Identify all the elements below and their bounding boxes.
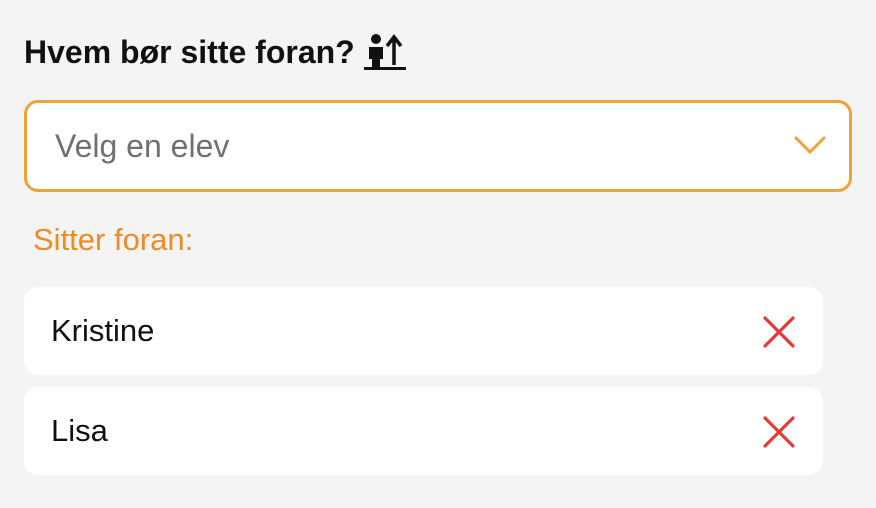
person-front-icon <box>363 33 407 71</box>
student-item: Lisa <box>24 387 823 475</box>
student-select[interactable]: Velg en elev <box>24 100 852 192</box>
student-name: Lisa <box>51 413 108 448</box>
heading-text: Hvem bør sitte foran? <box>24 33 355 70</box>
close-icon[interactable] <box>761 414 797 450</box>
chevron-down-icon[interactable] <box>793 133 827 157</box>
student-select-placeholder: Velg en elev <box>55 128 230 164</box>
page-heading: Hvem bør sitte foran? <box>24 30 407 74</box>
student-item: Kristine <box>24 287 823 375</box>
section-label: Sitter foran: <box>33 222 194 257</box>
student-name: Kristine <box>51 313 155 348</box>
close-icon[interactable] <box>761 314 797 350</box>
